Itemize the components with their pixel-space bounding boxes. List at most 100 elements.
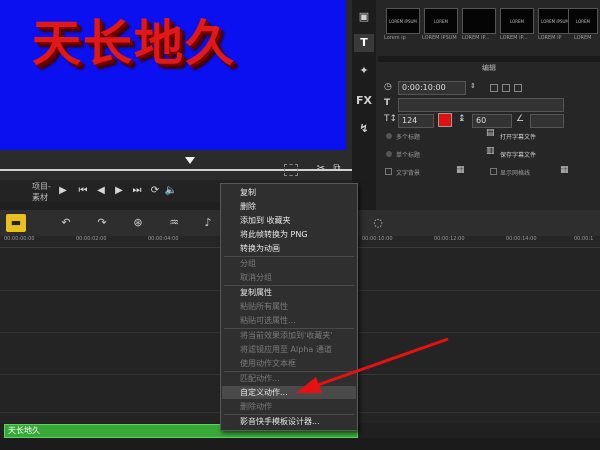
single-title-label: 单个标题 — [396, 152, 421, 159]
next-frame-icon[interactable]: ▶ — [112, 184, 126, 198]
ruler-tick: 00:00:1 — [574, 236, 594, 242]
media-library-icon[interactable]: ▣ — [354, 8, 374, 26]
thumbnail-caption: LOREM — [574, 35, 592, 41]
menu-item-frame-to-png[interactable]: 将此帧转换为 PNG — [240, 229, 308, 241]
fit-timeline-icon[interactable]: ◌ — [368, 214, 388, 232]
open-subtitle-button[interactable]: 打开字幕文件 — [500, 132, 536, 141]
copy-frame-icon[interactable]: ⧉ — [330, 162, 344, 176]
go-to-start-icon[interactable]: ⏮ — [76, 184, 90, 198]
auto-music-icon[interactable]: ♪ — [198, 214, 218, 232]
menu-item-copy-attributes[interactable]: 复制属性 — [240, 287, 272, 299]
menu-item-delete-motion[interactable]: 删除动作 — [240, 401, 272, 413]
undo-icon[interactable]: ↶ — [56, 214, 76, 232]
menu-item-paste-all-attributes[interactable]: 粘贴所有属性 — [240, 301, 288, 313]
menu-item-add-to-favorites[interactable]: 添加到 收藏夹 — [240, 215, 291, 227]
sound-mixer-icon[interactable]: ♒ — [164, 214, 184, 232]
timeline-scrollbar[interactable] — [0, 438, 600, 450]
previous-frame-icon[interactable]: ◀ — [94, 184, 108, 198]
graphics-icon[interactable]: ✦ — [354, 62, 374, 80]
redo-icon[interactable]: ↷ — [92, 214, 112, 232]
thumbnail-text: LOREM IPSUM — [541, 19, 569, 24]
multi-title-label: 多个标题 — [396, 134, 421, 141]
title-thumbnail[interactable]: LOREM IPSUM — [538, 8, 572, 34]
open-subtitle-icon[interactable]: ▤ — [486, 128, 495, 138]
thumbnail-text: LOREM — [576, 19, 590, 24]
trim-start-icon[interactable] — [284, 164, 298, 176]
single-title-radio[interactable] — [386, 151, 392, 157]
scrub-track[interactable] — [0, 169, 352, 171]
menu-item-ungroup[interactable]: 取消分组 — [240, 272, 272, 284]
title-thumbnail[interactable]: LOREM — [568, 8, 598, 34]
thumbnail-text: LOREM IPSUM — [389, 19, 417, 24]
thumbnail-text: LOREM — [510, 19, 524, 24]
text-background-checkbox[interactable] — [385, 168, 392, 175]
ruler-tick: 00:00:12:00 — [434, 236, 465, 242]
menu-separator — [224, 256, 354, 257]
play-icon[interactable]: ▶ — [56, 184, 70, 198]
annotation-arrow — [296, 337, 449, 393]
thumbnail-text: LOREM — [434, 19, 448, 24]
menu-item-match-motion[interactable]: 匹配动作... — [240, 373, 280, 385]
timecode-stepper-icon[interactable]: ⇕ — [470, 82, 476, 90]
line-spacing-icon: ↨ — [458, 114, 466, 124]
text-background-label: 文字背景 — [396, 170, 421, 177]
menu-separator — [224, 285, 354, 286]
edit-tab-label[interactable]: 编辑 — [378, 62, 600, 74]
italic-toggle[interactable] — [502, 84, 510, 92]
scrub-handle[interactable] — [185, 157, 195, 164]
grid-settings-icon[interactable]: ▦ — [560, 165, 569, 175]
title-clip-label: 天长地久 — [8, 426, 40, 435]
menu-item-use-motion-textbox[interactable]: 使用动作文本框 — [240, 358, 296, 370]
path-icon[interactable]: ↯ — [354, 120, 374, 138]
line-spacing-field[interactable]: 60 — [472, 114, 512, 128]
arrow-shaft — [311, 337, 449, 389]
save-subtitle-button[interactable]: 保存字幕文件 — [500, 150, 536, 159]
show-grid-checkbox[interactable] — [490, 168, 497, 175]
thumbnail-caption: LOREM IP... — [462, 35, 490, 41]
title-thumbnail[interactable] — [462, 8, 496, 34]
show-grid-label: 显示网格线 — [500, 170, 531, 177]
menu-separator — [224, 328, 354, 329]
scrub-bar[interactable] — [0, 150, 352, 180]
timeline-view-icon[interactable]: ▬ — [6, 214, 26, 232]
ruler-tick: 00:00:00:00 — [4, 236, 35, 242]
text-angle-field[interactable] — [530, 114, 564, 128]
menu-item-delete[interactable]: 删除 — [240, 201, 256, 213]
menu-item-paste-selected-attributes[interactable]: 粘贴可选属性... — [240, 315, 296, 327]
preview-title-text[interactable]: 天长地久 — [32, 4, 236, 75]
save-subtitle-icon[interactable]: ▥ — [486, 146, 495, 156]
record-capture-icon[interactable]: ⊛ — [128, 214, 148, 232]
menu-item-custom-motion[interactable]: 自定义动作... — [240, 387, 288, 399]
menu-item-group[interactable]: 分组 — [240, 258, 256, 270]
title-thumbnail[interactable]: LOREM — [500, 8, 534, 34]
duration-timecode-field[interactable]: 0:00:10:00 — [398, 81, 466, 95]
title-thumbnails: LOREM IPSUM Lorem ip LOREM LOREM IPSUM L… — [378, 4, 600, 44]
title-thumbnail[interactable]: LOREM — [424, 8, 458, 34]
thumbnail-caption: LOREM IP — [538, 35, 562, 41]
text-angle-icon: ∠ — [516, 114, 525, 124]
font-size-icon: T↕ — [384, 114, 398, 124]
font-color-swatch[interactable] — [438, 113, 452, 127]
menu-separator — [224, 414, 354, 415]
split-clip-icon[interactable]: ✂ — [314, 162, 328, 176]
volume-icon[interactable]: 🔈 — [164, 184, 178, 198]
multi-title-radio[interactable] — [386, 133, 392, 139]
text-background-settings-icon[interactable]: ▦ — [456, 165, 465, 175]
go-to-end-icon[interactable]: ⏭ — [130, 184, 144, 198]
menu-item-template-designer[interactable]: 影音快手模板设计器... — [240, 416, 320, 428]
font-family-select[interactable] — [398, 98, 564, 112]
title-icon[interactable]: T — [354, 34, 374, 52]
title-thumbnail[interactable]: LOREM IPSUM — [386, 8, 420, 34]
menu-item-copy[interactable]: 复制 — [240, 187, 256, 199]
mode-project-label[interactable]: 项目- — [32, 181, 51, 192]
fx-filter-icon[interactable]: FX — [354, 92, 374, 110]
arrow-head — [296, 377, 322, 393]
underline-toggle[interactable] — [514, 84, 522, 92]
mode-clip-label[interactable]: 素材 — [32, 192, 48, 203]
bold-toggle[interactable] — [490, 84, 498, 92]
ruler-tick: 00:00:10:00 — [362, 236, 393, 242]
repeat-icon[interactable]: ⟳ — [148, 184, 162, 198]
ruler-tick: 00:00:14:00 — [506, 236, 537, 242]
font-size-field[interactable]: 124 — [398, 114, 434, 128]
menu-item-convert-to-animation[interactable]: 转换为动画 — [240, 243, 280, 255]
